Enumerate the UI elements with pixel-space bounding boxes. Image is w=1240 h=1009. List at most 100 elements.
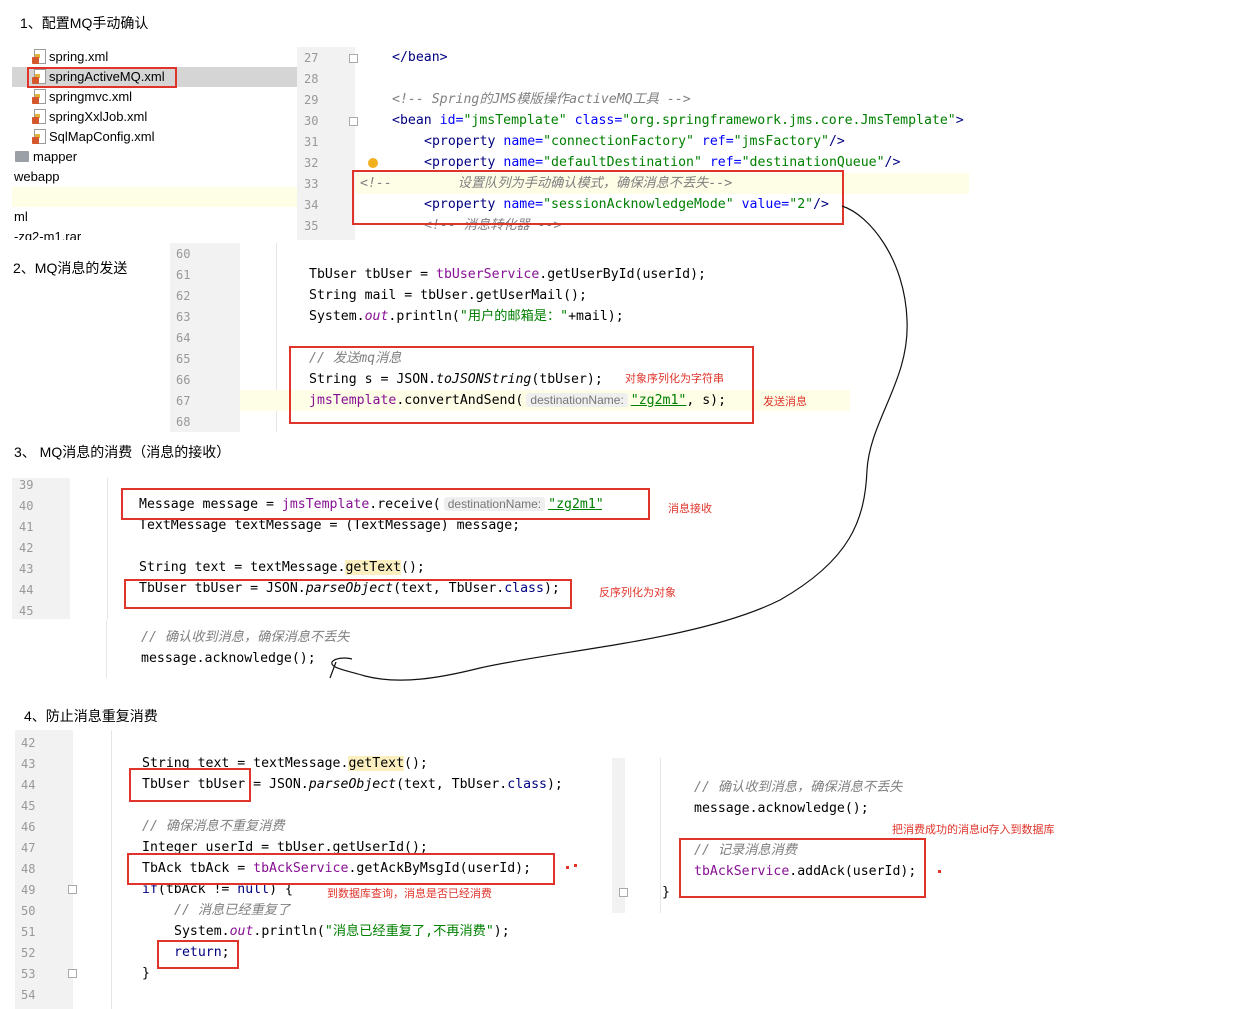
highlight-box-file [27, 67, 177, 88]
line-number: 34 [304, 198, 319, 212]
tree-item-sqlmapconfig-xml[interactable]: SqlMapConfig.xml [32, 127, 155, 147]
line-number: 45 [19, 604, 34, 618]
tree-item-rar[interactable]: -zg2-m1.rar [14, 227, 81, 240]
code-line-50: // 消息已经重复了 [174, 903, 291, 918]
line-number: 27 [304, 51, 319, 65]
line-number: 50 [21, 904, 36, 918]
code-line-63: System.out.println("用户的邮箱是："+mail); [309, 309, 624, 324]
annotation-send: 发送消息 [763, 396, 807, 408]
line-number: 64 [176, 331, 191, 345]
highlight-box-receive [121, 488, 650, 520]
tree-item-springmvc-xml[interactable]: springmvc.xml [32, 87, 132, 107]
tree-item-webapp[interactable]: webapp [14, 167, 60, 187]
red-mark [574, 864, 577, 867]
line-number: 63 [176, 310, 191, 324]
highlight-box-parse [124, 579, 572, 609]
line-number: 44 [21, 778, 36, 792]
tree-item-label: springmvc.xml [49, 89, 133, 104]
tree-item-label: webapp [14, 169, 60, 184]
line-number: 32 [304, 156, 319, 170]
xml-file-icon [32, 129, 46, 144]
code-line-29: <!-- Spring的JMS模版操作activeMQ工具 --> [392, 92, 691, 107]
indent-guide [106, 620, 107, 678]
tree-item-mapper-folder[interactable]: mapper [15, 147, 77, 167]
line-number: 30 [304, 114, 319, 128]
red-mark [566, 866, 569, 869]
code-line-ack-call: message.acknowledge(); [141, 651, 316, 666]
line-number: 41 [19, 520, 34, 534]
code-line-61: TbUser tbUser = tbUserService.getUserByI… [309, 267, 706, 282]
line-number: 28 [304, 72, 319, 86]
line-number: 61 [176, 268, 191, 282]
indent-guide [111, 730, 112, 1009]
code-line-53: } [142, 966, 150, 981]
code-line-ack-call: message.acknowledge(); [694, 801, 869, 816]
tree-item-label: ml [14, 209, 28, 224]
line-number: 31 [304, 135, 319, 149]
annotation-receive: 消息接收 [668, 503, 712, 515]
line-number: 33 [304, 177, 319, 191]
red-mark [938, 870, 941, 873]
line-number: 44 [19, 583, 34, 597]
code-line-51: System.out.println("消息已经重复了,不再消费"); [174, 924, 510, 939]
fold-icon[interactable] [349, 117, 358, 126]
tree-item-label: spring.xml [49, 49, 109, 64]
highlight-box-tbuser [129, 768, 251, 802]
line-number: 42 [21, 736, 36, 750]
xml-file-icon [32, 109, 46, 124]
line-number: 66 [176, 373, 191, 387]
code-line-62: String mail = tbUser.getUserMail(); [309, 288, 587, 303]
line-number: 43 [19, 562, 34, 576]
code-line-close-brace: } [662, 885, 670, 900]
acknowledge-code-snippet[interactable]: // 确认收到消息，确保消息不丢失 message.acknowledge(); [106, 620, 406, 678]
heading-send: 2、MQ消息的发送 [13, 260, 128, 276]
fold-icon[interactable] [349, 54, 358, 63]
xml-file-icon [32, 89, 46, 104]
code-line-43: String text = textMessage.getText(); [139, 560, 425, 575]
heading-dedupe: 4、防止消息重复消费 [24, 708, 158, 724]
line-number: 47 [21, 841, 36, 855]
line-number: 46 [21, 820, 36, 834]
annotation-db-query: 到数据库查询，消息是否已经消费 [327, 888, 492, 900]
tree-item-label: -zg2-m1.rar [14, 229, 82, 240]
tree-item-springxxljob-xml[interactable]: springXxlJob.xml [32, 107, 147, 127]
tree-item-spring-xml[interactable]: spring.xml [32, 47, 108, 67]
line-number: 62 [176, 289, 191, 303]
tree-item-ml[interactable]: ml [14, 207, 28, 227]
line-number: 49 [21, 883, 36, 897]
annotation-store-id: 把消费成功的消息id存入到数据库 [892, 824, 1055, 836]
folder-icon [15, 151, 29, 162]
heading-consume: 3、 MQ消息的消费（消息的接收） [14, 444, 231, 460]
tree-item-label: SqlMapConfig.xml [49, 129, 155, 144]
fold-icon[interactable] [68, 969, 77, 978]
line-number: 40 [19, 499, 34, 513]
line-number: 45 [21, 799, 36, 813]
line-number: 51 [21, 925, 36, 939]
annotation-deserialize: 反序列化为对象 [599, 587, 676, 599]
line-number: 39 [19, 478, 34, 492]
fold-icon[interactable] [68, 885, 77, 894]
line-number: 60 [176, 247, 191, 261]
highlight-box-return [157, 940, 239, 969]
line-number: 67 [176, 394, 191, 408]
code-line-30: <bean id="jmsTemplate" class="org.spring… [392, 113, 964, 128]
xml-file-icon [32, 49, 46, 64]
fold-icon[interactable] [619, 888, 628, 897]
highlight-box-getack [127, 853, 555, 885]
heading-configure-ack: 1、配置MQ手动确认 [20, 15, 149, 31]
line-number: 54 [21, 988, 36, 1002]
code-line-ack-comment: // 确认收到消息，确保消息不丢失 [694, 780, 903, 795]
bulb-icon[interactable] [368, 158, 378, 168]
indent-guide [107, 478, 108, 619]
highlight-box-addack [679, 838, 926, 898]
tree-item-label: springXxlJob.xml [49, 109, 148, 124]
line-number: 29 [304, 93, 319, 107]
annotation-serialize: 对象序列化为字符串 [625, 373, 724, 385]
code-line-ack-comment: // 确认收到消息，确保消息不丢失 [141, 630, 350, 645]
highlight-box-ack-mode [352, 170, 844, 225]
code-line-27: </bean> [392, 50, 448, 65]
line-number: 65 [176, 352, 191, 366]
line-number: 35 [304, 219, 319, 233]
line-number: 43 [21, 757, 36, 771]
code-line-31: <property name="connectionFactory" ref="… [424, 134, 845, 149]
